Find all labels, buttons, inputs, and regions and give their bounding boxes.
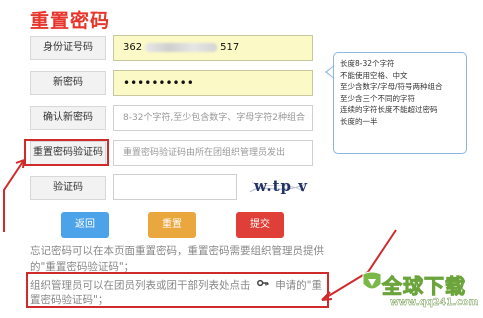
- password-rules-tooltip: 长度8-32个字符 不能使用空格、中文 至少含数字/字母/符号两种组合 至少含三…: [333, 52, 467, 154]
- submit-button[interactable]: 提交: [236, 212, 284, 238]
- hint-line: 连续的字符长度不能超过密码: [340, 105, 438, 115]
- reset-button[interactable]: 重置: [148, 212, 196, 238]
- hint-line: 不能使用空格、中文: [340, 70, 408, 80]
- confirm-password-label: 确认新密码: [30, 106, 106, 130]
- page-title: 重置密码: [30, 10, 111, 32]
- note-forgot-password: 忘记密码可以在本页面重置密码，重置密码需要组织管理员提供的"重置密码验证码"；: [30, 245, 324, 273]
- captcha-text: w.tp v: [254, 177, 308, 195]
- hint-arrow: [325, 66, 333, 78]
- annotation-box-reset-code: [24, 139, 109, 166]
- id-number-suffix: 517: [220, 42, 240, 53]
- new-password-label: 新密码: [30, 71, 106, 95]
- hint-line: 长度8-32个字符: [340, 59, 395, 68]
- id-number-label: 身份证号码: [30, 36, 106, 60]
- redacted-blur: [145, 42, 218, 52]
- annotation-box-admin-note: [26, 272, 329, 308]
- watermark-main-text: 全球下载: [382, 274, 466, 299]
- back-button[interactable]: 返回: [61, 212, 109, 238]
- hint-line: 至少含数字/字母/符号两种组合: [340, 82, 443, 92]
- reset-code-input[interactable]: 重置密码验证码由所在团组织管理员发出: [113, 140, 313, 166]
- watermark-url: www.qq241.com: [390, 297, 479, 308]
- hint-line: 至少含三个不同的字符: [340, 93, 415, 103]
- hint-line: 长度的一半: [340, 116, 378, 126]
- site-watermark: 全球下载 www.qq241.com: [360, 270, 483, 318]
- captcha-label: 验证码: [30, 176, 106, 200]
- captcha-image[interactable]: w.tp v: [248, 176, 308, 198]
- captcha-input[interactable]: [113, 174, 237, 200]
- watermark-logo-icon: [362, 271, 382, 290]
- id-number-prefix: 362: [123, 42, 143, 53]
- confirm-password-input[interactable]: 8-32个字符,至少包含数字、字母字符2种组合: [113, 105, 313, 131]
- new-password-input[interactable]: ••••••••••: [113, 70, 313, 96]
- id-number-input[interactable]: 362 517: [113, 35, 313, 61]
